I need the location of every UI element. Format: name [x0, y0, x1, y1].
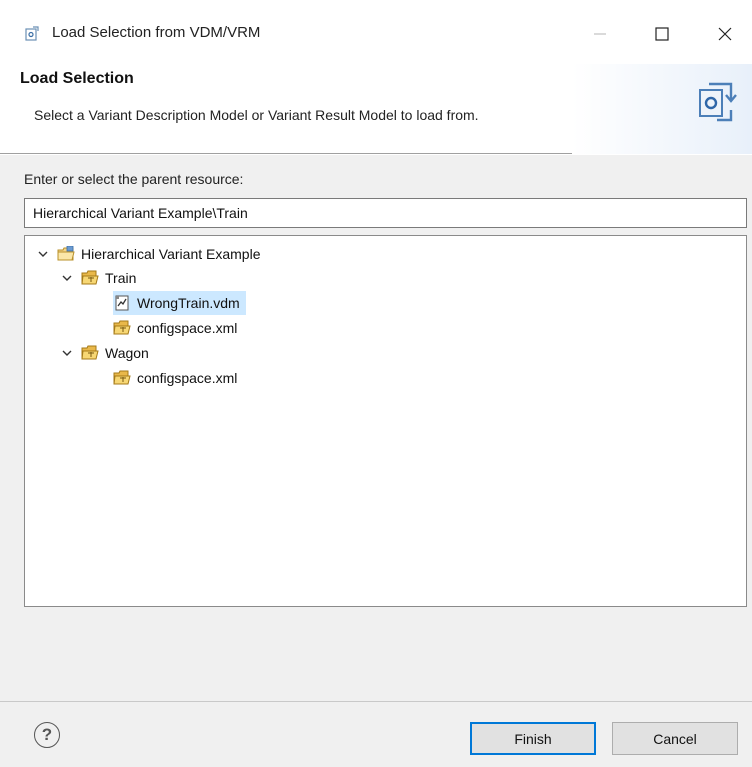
folder-icon [81, 270, 99, 286]
tree-node-file-configspace-train[interactable]: configspace.xml [113, 316, 237, 340]
tree-node-label: configspace.xml [137, 370, 238, 386]
configspace-icon [113, 370, 131, 386]
chevron-down-icon[interactable] [59, 270, 75, 286]
parent-resource-input[interactable] [24, 198, 747, 228]
tree-node-label: Wagon [105, 345, 149, 361]
tree-node-label: configspace.xml [137, 320, 238, 336]
maximize-button[interactable] [642, 14, 682, 54]
tree-node-file-wrongtrain-vdm[interactable]: WrongTrain.vdm [113, 291, 246, 315]
tree-node-label: WrongTrain.vdm [137, 295, 240, 311]
wizard-content: Enter or select the parent resource: Hie… [0, 155, 752, 701]
tree-node-folder-train[interactable]: Train [59, 266, 136, 290]
tree-node-label: Train [105, 270, 137, 286]
page-description: Select a Variant Description Model or Va… [34, 107, 479, 123]
configspace-icon [113, 320, 131, 336]
help-icon: ? [41, 725, 53, 744]
resource-tree[interactable]: Hierarchical Variant Example Train Wrong… [24, 235, 747, 607]
vdm-load-banner-icon [699, 82, 737, 122]
wizard-header: Load Selection Select a Variant Descript… [0, 64, 752, 154]
parent-resource-label: Enter or select the parent resource: [24, 171, 244, 187]
page-title: Load Selection [20, 70, 134, 87]
vdm-file-icon [113, 295, 131, 311]
close-icon [718, 27, 732, 41]
folder-icon [81, 345, 99, 361]
finish-button[interactable]: Finish [470, 722, 596, 755]
chevron-down-icon[interactable] [35, 246, 51, 262]
tree-node-project[interactable]: Hierarchical Variant Example [35, 242, 260, 266]
project-folder-icon [57, 246, 75, 262]
minimize-button[interactable] [580, 14, 620, 54]
tree-node-label: Hierarchical Variant Example [81, 246, 261, 262]
maximize-icon [655, 27, 669, 41]
button-bar: ? Finish Cancel [0, 701, 752, 767]
cancel-button[interactable]: Cancel [612, 722, 738, 755]
close-button[interactable] [705, 14, 745, 54]
vdm-load-icon [25, 26, 39, 41]
tree-node-file-configspace-wagon[interactable]: configspace.xml [113, 366, 237, 390]
minimize-icon [594, 33, 606, 35]
chevron-down-icon[interactable] [59, 345, 75, 361]
title-bar: Load Selection from VDM/VRM [0, 0, 752, 64]
tree-node-folder-wagon[interactable]: Wagon [59, 341, 149, 365]
window-title: Load Selection from VDM/VRM [52, 24, 261, 41]
help-button[interactable]: ? [34, 722, 60, 748]
